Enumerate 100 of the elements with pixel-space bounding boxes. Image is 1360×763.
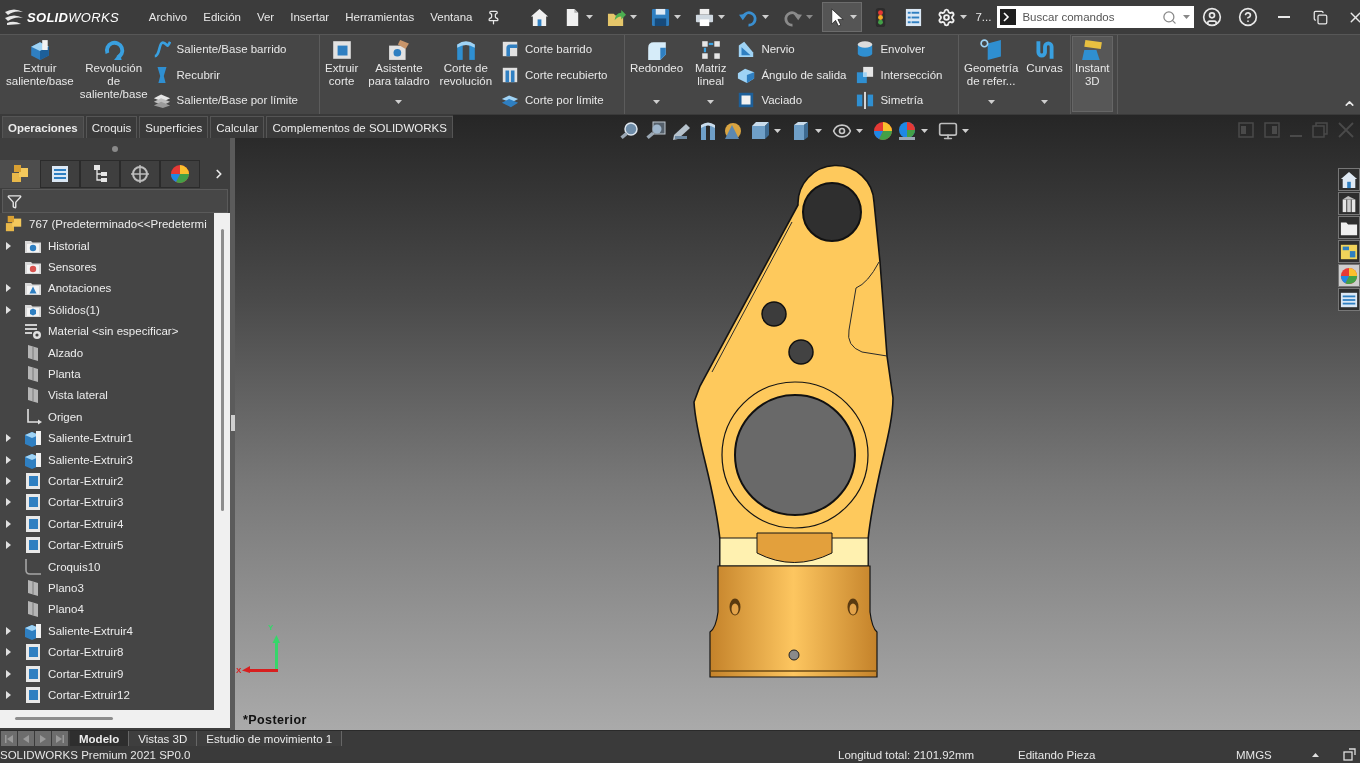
scroll-thumb[interactable] xyxy=(15,717,113,720)
ribbon-button[interactable]: Matriz lineal xyxy=(692,36,730,112)
tree-item[interactable]: Sensores xyxy=(24,258,97,277)
scroll-thumb[interactable] xyxy=(221,229,224,511)
expand-arrow-icon[interactable] xyxy=(6,305,11,314)
color-ball-icon[interactable] xyxy=(873,121,893,141)
caret-down-icon[interactable] xyxy=(774,129,781,133)
ribbon-button[interactable]: Extruir corte xyxy=(322,36,362,112)
model-view-tab[interactable]: Vistas 3D xyxy=(129,731,198,746)
command-tab[interactable]: Croquis xyxy=(85,116,138,138)
panel-tab[interactable] xyxy=(40,160,80,188)
tree-item[interactable]: Saliente-Extruir4 xyxy=(24,621,133,640)
ribbon-button[interactable]: Corte de revolución xyxy=(436,36,496,112)
tree-item[interactable]: Saliente-Extruir1 xyxy=(24,429,133,448)
ribbon-button[interactable]: Instant 3D xyxy=(1072,36,1113,112)
caret-down-icon[interactable] xyxy=(921,129,928,133)
expand-arrow-icon[interactable] xyxy=(6,541,11,550)
monitor-icon[interactable] xyxy=(938,121,958,141)
tree-item[interactable]: Cortar-Extruir12 xyxy=(24,685,130,704)
caret-up-icon[interactable] xyxy=(1312,752,1319,757)
search-box[interactable]: Buscar comandos xyxy=(997,6,1195,28)
ribbon-button[interactable]: Corte barrido xyxy=(499,36,610,62)
ribbon-button[interactable]: Corte por límite xyxy=(499,87,610,113)
ribbon-button[interactable]: Asistente para taladro xyxy=(365,36,433,112)
arch-icon[interactable] xyxy=(698,121,718,141)
scrollbar[interactable] xyxy=(0,710,230,728)
ribbon-button[interactable]: Envolver xyxy=(854,36,945,62)
command-tab[interactable]: Superficies xyxy=(139,116,209,138)
menu-item[interactable]: Ver xyxy=(248,2,283,32)
tree-item[interactable]: Historial xyxy=(24,236,90,255)
model-view-tab[interactable]: Modelo xyxy=(70,731,130,746)
task-pane-tab[interactable] xyxy=(1338,216,1360,239)
task-pane-tab[interactable] xyxy=(1338,288,1360,311)
tree-item[interactable]: Sólidos(1) xyxy=(24,300,100,319)
overlapping-squares-icon[interactable] xyxy=(1343,748,1356,761)
menu-item[interactable]: Ventana xyxy=(422,2,481,32)
ribbon-button[interactable]: Extruir saliente/base xyxy=(3,36,77,112)
ribbon-button[interactable]: Curvas xyxy=(1023,36,1066,112)
command-tab[interactable]: Complementos de SOLIDWORKS xyxy=(266,116,453,138)
expand-arrow-icon[interactable] xyxy=(6,690,11,699)
tree-item[interactable]: Origen xyxy=(24,407,83,426)
ribbon-button[interactable]: Corte recubierto xyxy=(499,61,610,88)
tree-item[interactable]: Cortar-Extruir3 xyxy=(24,493,124,512)
tree-item[interactable]: Cortar-Extruir2 xyxy=(24,472,124,490)
caret-down-icon[interactable] xyxy=(815,129,822,133)
tree-item[interactable]: Planta xyxy=(24,365,81,384)
color-ball-icon[interactable] xyxy=(897,121,917,141)
menu-item[interactable]: Insertar xyxy=(282,2,338,32)
tree-item[interactable]: Croquis10 xyxy=(24,557,101,576)
ribbon-button[interactable]: Geometría de refer... xyxy=(961,36,1022,112)
ribbon-button[interactable]: Simetría xyxy=(854,87,945,113)
menu-item[interactable]: Archivo xyxy=(140,2,196,32)
ribbon-button[interactable]: Saliente/Base barrido xyxy=(150,36,300,62)
tree-item[interactable]: Alzado xyxy=(24,343,84,362)
menu-item[interactable]: Herramientas xyxy=(337,2,423,32)
filter-field[interactable] xyxy=(2,189,228,213)
tree-item[interactable]: Cortar-Extruir4 xyxy=(24,514,124,533)
expand-arrow-icon[interactable] xyxy=(6,648,11,657)
command-tab[interactable]: Calcular xyxy=(210,116,265,138)
splitter-handle[interactable] xyxy=(230,414,235,431)
overflow-button[interactable]: 7... xyxy=(972,2,995,32)
expand-arrow-icon[interactable] xyxy=(6,626,11,635)
model-view-tab[interactable]: Estudio de movimiento 1 xyxy=(197,731,343,746)
ribbon-button[interactable]: Vaciado xyxy=(735,87,849,113)
expand-arrow-icon[interactable] xyxy=(6,669,11,678)
tile-window-icon[interactable] xyxy=(1238,122,1254,138)
caret-down-icon[interactable] xyxy=(962,129,969,133)
tree-item[interactable]: Vista lateral xyxy=(24,386,108,405)
expand-arrow-icon[interactable] xyxy=(6,434,11,443)
menu-item[interactable]: Edición xyxy=(195,2,249,32)
tree-item[interactable]: Saliente-Extruir3 xyxy=(24,450,133,469)
scrollbar[interactable] xyxy=(214,213,230,710)
expand-arrow-icon[interactable] xyxy=(6,284,11,293)
tree-item[interactable]: Cortar-Extruir5 xyxy=(24,536,124,555)
caret-down-icon[interactable] xyxy=(856,129,863,133)
box-icon[interactable] xyxy=(791,121,811,141)
tree-item[interactable]: Cortar-Extruir9 xyxy=(24,664,124,683)
eye-icon[interactable] xyxy=(832,121,852,141)
select-button[interactable] xyxy=(822,2,863,32)
tree-item[interactable]: Plano4 xyxy=(24,600,84,619)
magnifier-icon[interactable] xyxy=(646,121,666,141)
expand-arrow-icon[interactable] xyxy=(6,455,11,464)
tree-item[interactable]: Anotaciones xyxy=(24,279,112,298)
panel-tab[interactable] xyxy=(120,160,160,188)
panel-tab[interactable] xyxy=(80,160,120,188)
tile-window-icon[interactable] xyxy=(1264,122,1280,138)
command-tab[interactable]: Operaciones xyxy=(2,116,84,138)
magnifier-icon[interactable] xyxy=(620,121,640,141)
ribbon-button[interactable]: Revolución de saliente/base xyxy=(76,36,151,112)
tree-item[interactable]: Material <sin especificar> xyxy=(24,322,179,341)
ribbon-button[interactable]: Intersección xyxy=(854,61,945,88)
task-pane-tab[interactable] xyxy=(1338,168,1360,191)
cube-icon[interactable] xyxy=(750,121,770,141)
pencil-icon[interactable] xyxy=(672,121,692,141)
tree-item[interactable]: 767 (Predeterminado<<Predetermi xyxy=(5,215,207,233)
expand-arrow-icon[interactable] xyxy=(6,519,11,528)
panel-tab[interactable] xyxy=(0,160,40,188)
ribbon-button[interactable]: Recubrir xyxy=(150,61,300,88)
ribbon-button[interactable]: Redondeo xyxy=(627,36,687,112)
task-pane-tab[interactable] xyxy=(1338,240,1360,263)
